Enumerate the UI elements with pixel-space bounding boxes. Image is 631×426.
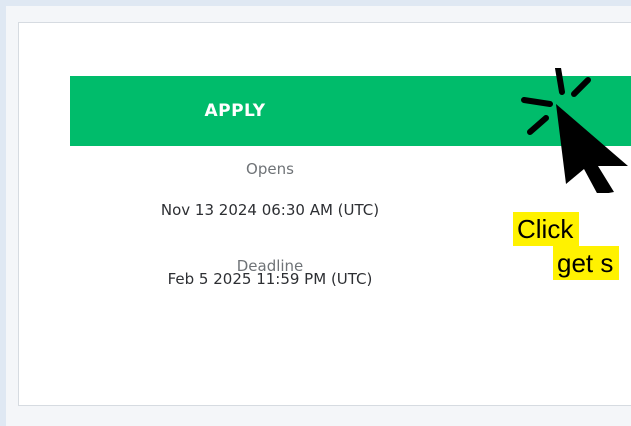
opens-label: Opens — [246, 160, 294, 178]
callout-box: Click get s — [513, 205, 631, 298]
opens-date: Nov 13 2024 06:30 AM (UTC) — [160, 201, 380, 219]
deadline-date: Feb 5 2025 11:59 PM (UTC) — [167, 270, 373, 288]
callout-line-2: get s — [553, 246, 620, 280]
click-cursor-icon — [516, 65, 631, 195]
callout-line-1: Click — [513, 212, 580, 246]
click-burst-icon — [521, 65, 628, 195]
